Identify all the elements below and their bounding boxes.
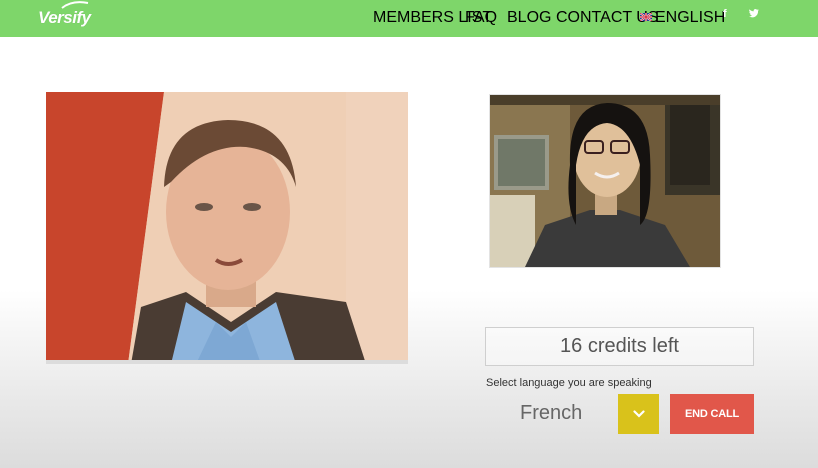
chevron-down-icon	[632, 410, 645, 418]
twitter-icon[interactable]	[749, 9, 759, 21]
self-video-image	[490, 95, 720, 267]
end-call-button[interactable]: END CALL	[670, 394, 754, 434]
logo-text: Versify	[38, 8, 91, 27]
self-video-preview	[489, 94, 721, 268]
remote-video-feed	[46, 92, 408, 364]
remote-video-image	[46, 92, 408, 364]
logo-swoosh-icon	[61, 1, 89, 9]
language-switcher[interactable]: ENGLISH	[640, 9, 725, 27]
facebook-icon[interactable]: f	[723, 8, 727, 20]
nav-blog[interactable]: BLOG	[507, 9, 551, 27]
credits-remaining-box: 16 credits left	[485, 327, 754, 366]
language-dropdown-button[interactable]	[618, 394, 659, 434]
nav-faq[interactable]: FAQ	[465, 9, 497, 27]
selected-language[interactable]: French	[520, 402, 582, 425]
uk-flag-icon	[640, 12, 652, 21]
top-navigation-bar: Versify MEMBERS LIST FAQ BLOG CONTACT US…	[0, 0, 818, 37]
language-label: ENGLISH	[655, 9, 726, 26]
language-select-label: Select language you are speaking	[486, 377, 652, 389]
versify-logo[interactable]: Versify	[38, 1, 91, 31]
